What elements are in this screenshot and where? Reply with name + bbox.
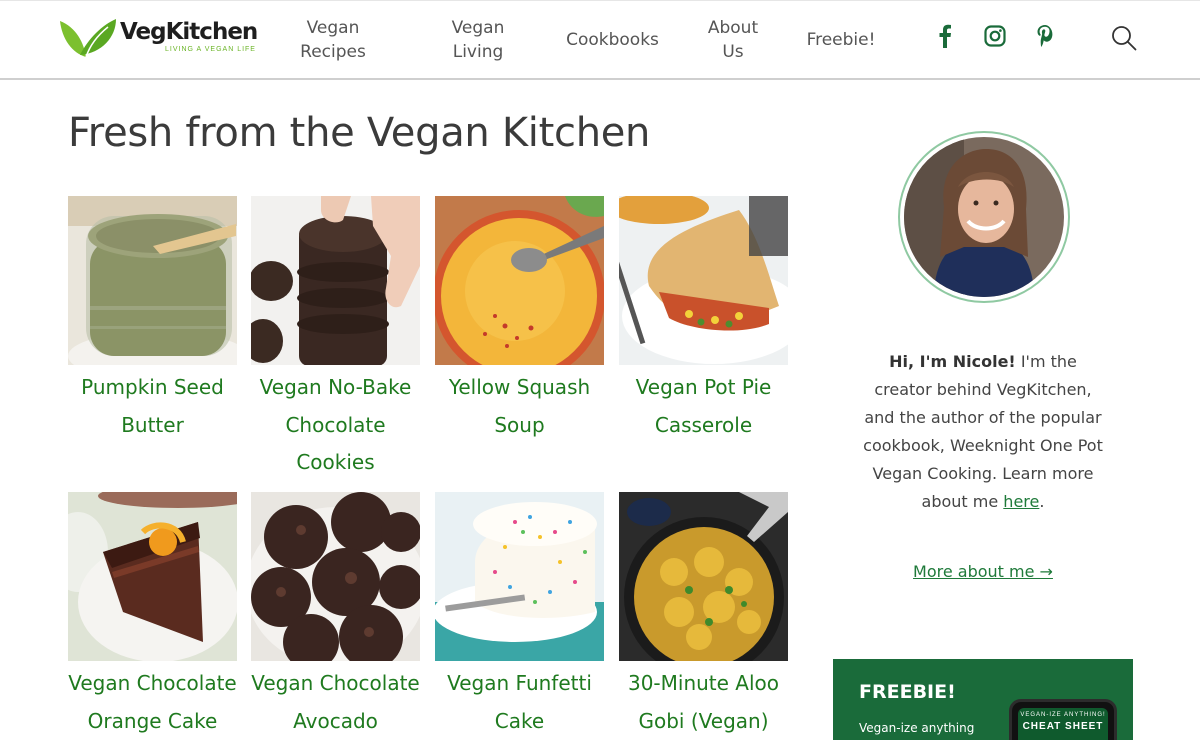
recipe-title[interactable]: Yellow Squash Soup [435,369,604,444]
nav-label: Cookbooks [566,30,659,50]
recipe-title[interactable]: Vegan Pot Pie Casserole [619,369,788,444]
phone-mockup-image: VEGAN-IZE ANYTHING! CHEAT SHEET [1009,699,1117,740]
search-icon[interactable] [1110,24,1138,52]
freebie-title: FREEBIE! [859,681,956,703]
bio-text: I'm the creator behind VegKitchen, and t… [863,352,1103,511]
no-bake-cookies-image[interactable] [251,196,420,365]
pumpkin-seed-butter-image[interactable] [68,196,237,365]
chocolate-orange-cake-image[interactable] [68,492,237,661]
bio-period: . [1039,492,1045,511]
nav-cookbooks[interactable]: Cookbooks [560,1,665,79]
nav-vegan-living[interactable]: Vegan Living [438,1,518,79]
recipe-title[interactable]: Pumpkin Seed Butter [68,369,237,444]
bio-greeting: Hi, I'm Nicole! [889,352,1016,371]
author-photo [904,137,1064,297]
site-logo[interactable]: VegKitchen LIVING A VEGAN LIFE [58,15,258,59]
freebie-subtitle: Vegan-ize anything [859,721,975,735]
site-header: VegKitchen LIVING A VEGAN LIFE Vegan Rec… [0,0,1200,80]
recipe-card[interactable]: Vegan No-Bake Chocolate Cookies [251,196,420,482]
recipe-card[interactable]: Vegan Chocolate Avocado [251,492,420,740]
phone-big-text: CHEAT SHEET [1022,721,1104,732]
recipe-card[interactable]: 30-Minute Aloo Gobi (Vegan) [619,492,788,740]
nav-label: Freebie! [806,30,876,50]
recipe-card[interactable]: Vegan Funfetti Cake [435,492,604,740]
yellow-squash-soup-image[interactable] [435,196,604,365]
nav-label: About Us [707,18,759,62]
recipe-card[interactable]: Vegan Pot Pie Casserole [619,196,788,444]
freebie-banner[interactable]: FREEBIE! Vegan-ize anything VEGAN-IZE AN… [833,659,1133,740]
aloo-gobi-image[interactable] [619,492,788,661]
facebook-icon[interactable] [932,23,958,49]
pot-pie-image[interactable] [619,196,788,365]
recipe-card[interactable]: Vegan Chocolate Orange Cake [68,492,237,740]
logo-wordmark: VegKitchen [120,19,258,45]
nav-vegan-recipes[interactable]: Vegan Recipes [293,1,373,79]
recipe-title[interactable]: Vegan Chocolate Orange Cake [68,665,237,740]
nav-label: Vegan Living [451,18,505,62]
phone-small-text: VEGAN-IZE ANYTHING! [1020,712,1106,718]
more-about-me-link[interactable]: More about me → [860,562,1106,581]
nav-label: Vegan Recipes [300,18,366,62]
recipe-title[interactable]: 30-Minute Aloo Gobi (Vegan) [619,665,788,740]
funfetti-cake-image[interactable] [435,492,604,661]
recipe-title[interactable]: Vegan No-Bake Chocolate Cookies [251,369,420,482]
author-avatar[interactable] [898,131,1070,303]
recipe-card[interactable]: Pumpkin Seed Butter [68,196,237,444]
author-bio: Hi, I'm Nicole! I'm the creator behind V… [860,348,1106,516]
bio-here-link[interactable]: here [1003,492,1039,511]
recipe-title[interactable]: Vegan Chocolate Avocado [251,665,420,740]
nav-about-us[interactable]: About Us [700,1,766,79]
recipe-card[interactable]: Yellow Squash Soup [435,196,604,444]
nav-freebie[interactable]: Freebie! [800,1,882,79]
phone-screen: VEGAN-IZE ANYTHING! CHEAT SHEET [1018,708,1108,740]
pinterest-icon[interactable] [1032,23,1058,49]
chocolate-avocado-cookies-image[interactable] [251,492,420,661]
page-title: Fresh from the Vegan Kitchen [68,110,651,156]
recipe-title[interactable]: Vegan Funfetti Cake [435,665,604,740]
leaf-logo-icon [60,19,116,58]
instagram-icon[interactable] [982,23,1008,49]
logo-tagline: LIVING A VEGAN LIFE [165,46,256,53]
